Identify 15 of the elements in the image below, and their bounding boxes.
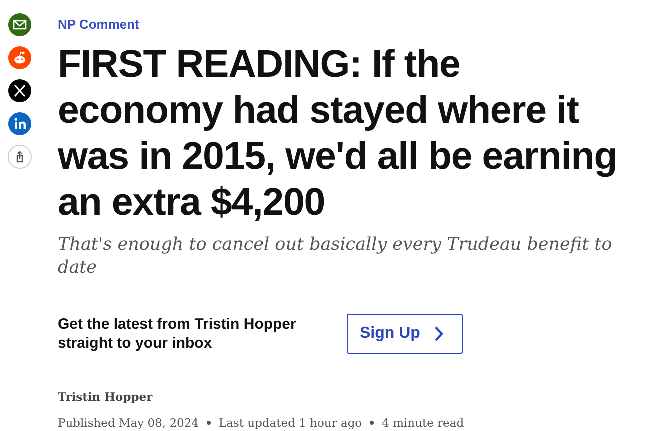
article-subtitle: That's enough to cancel out basically every Trudeau benefit to date [58,234,614,280]
article-meta: Published May 08, 2024 [58,416,199,430]
email-icon[interactable] [8,13,32,37]
article-meta: 4 minute read [382,416,464,430]
chevron-right-icon [434,326,444,342]
reddit-icon[interactable] [8,46,32,70]
article-headline: FIRST READING: If the economy had stayed where it was in 2015, we'd all be earning an extra $4,200 [58,42,618,226]
newsletter-prompt: Get the latest from Tristin Hopper straight to your inbox [58,315,298,353]
sign-up-button[interactable]: Sign Up [347,314,463,354]
linkedin-icon[interactable] [8,112,32,136]
article-meta: Last updated 1 hour ago [219,416,362,430]
category-link[interactable]: NP Comment [58,17,638,32]
x-icon[interactable] [8,79,32,103]
share-icon[interactable] [8,145,32,169]
author-name[interactable]: Tristin Hopper [58,390,638,404]
